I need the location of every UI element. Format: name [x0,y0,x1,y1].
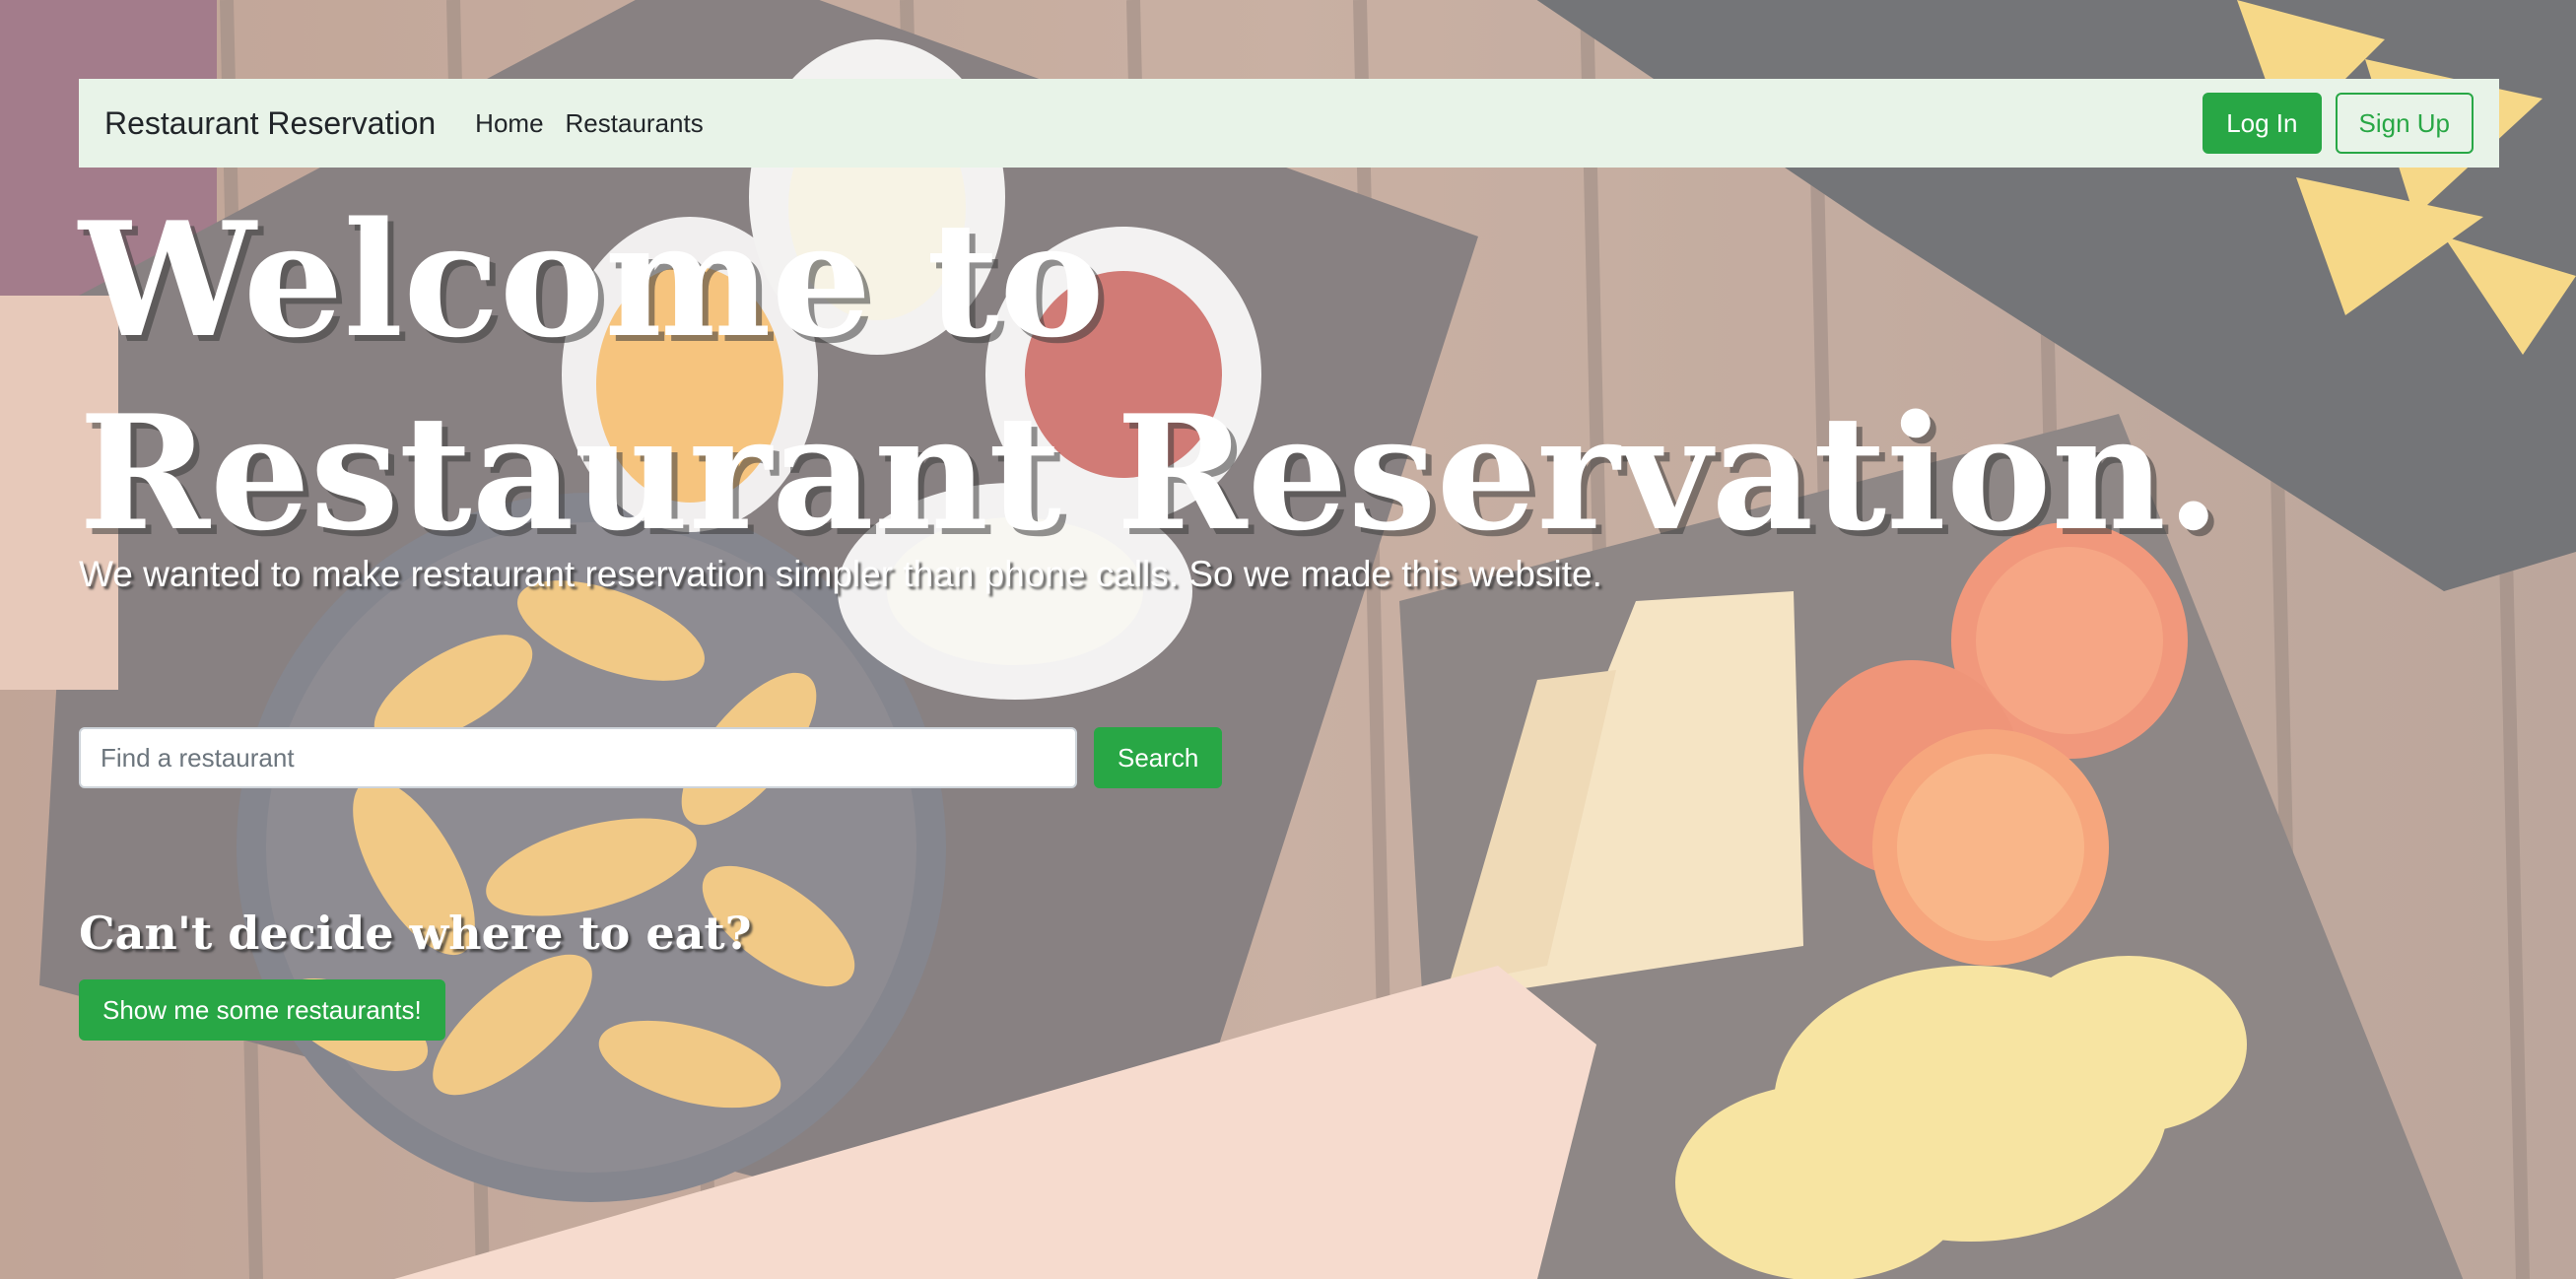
login-button[interactable]: Log In [2203,93,2322,154]
search-input[interactable] [79,727,1077,788]
search-form: Search [79,727,1223,788]
brand-link[interactable]: Restaurant Reservation [104,105,436,142]
nav-link-restaurants[interactable]: Restaurants [566,108,704,139]
navbar-actions: Log In Sign Up [2203,93,2474,154]
navbar: Restaurant Reservation Home Restaurants … [79,79,2499,168]
nav-link-home[interactable]: Home [475,108,543,139]
search-button[interactable]: Search [1094,727,1223,788]
hero-title: Welcome to Restaurant Reservation. [79,183,2444,570]
hero-section: Restaurant Reservation Home Restaurants … [0,0,2576,1279]
signup-button[interactable]: Sign Up [2335,93,2474,154]
suggest-heading: Can't decide where to eat? [79,907,752,960]
hero-subtitle: We wanted to make restaurant reservation… [79,554,1602,594]
hero-title-line2: Restaurant Reservation. [79,380,2221,566]
hero-title-line1: Welcome to [79,187,1105,372]
show-restaurants-button[interactable]: Show me some restaurants! [79,979,445,1041]
